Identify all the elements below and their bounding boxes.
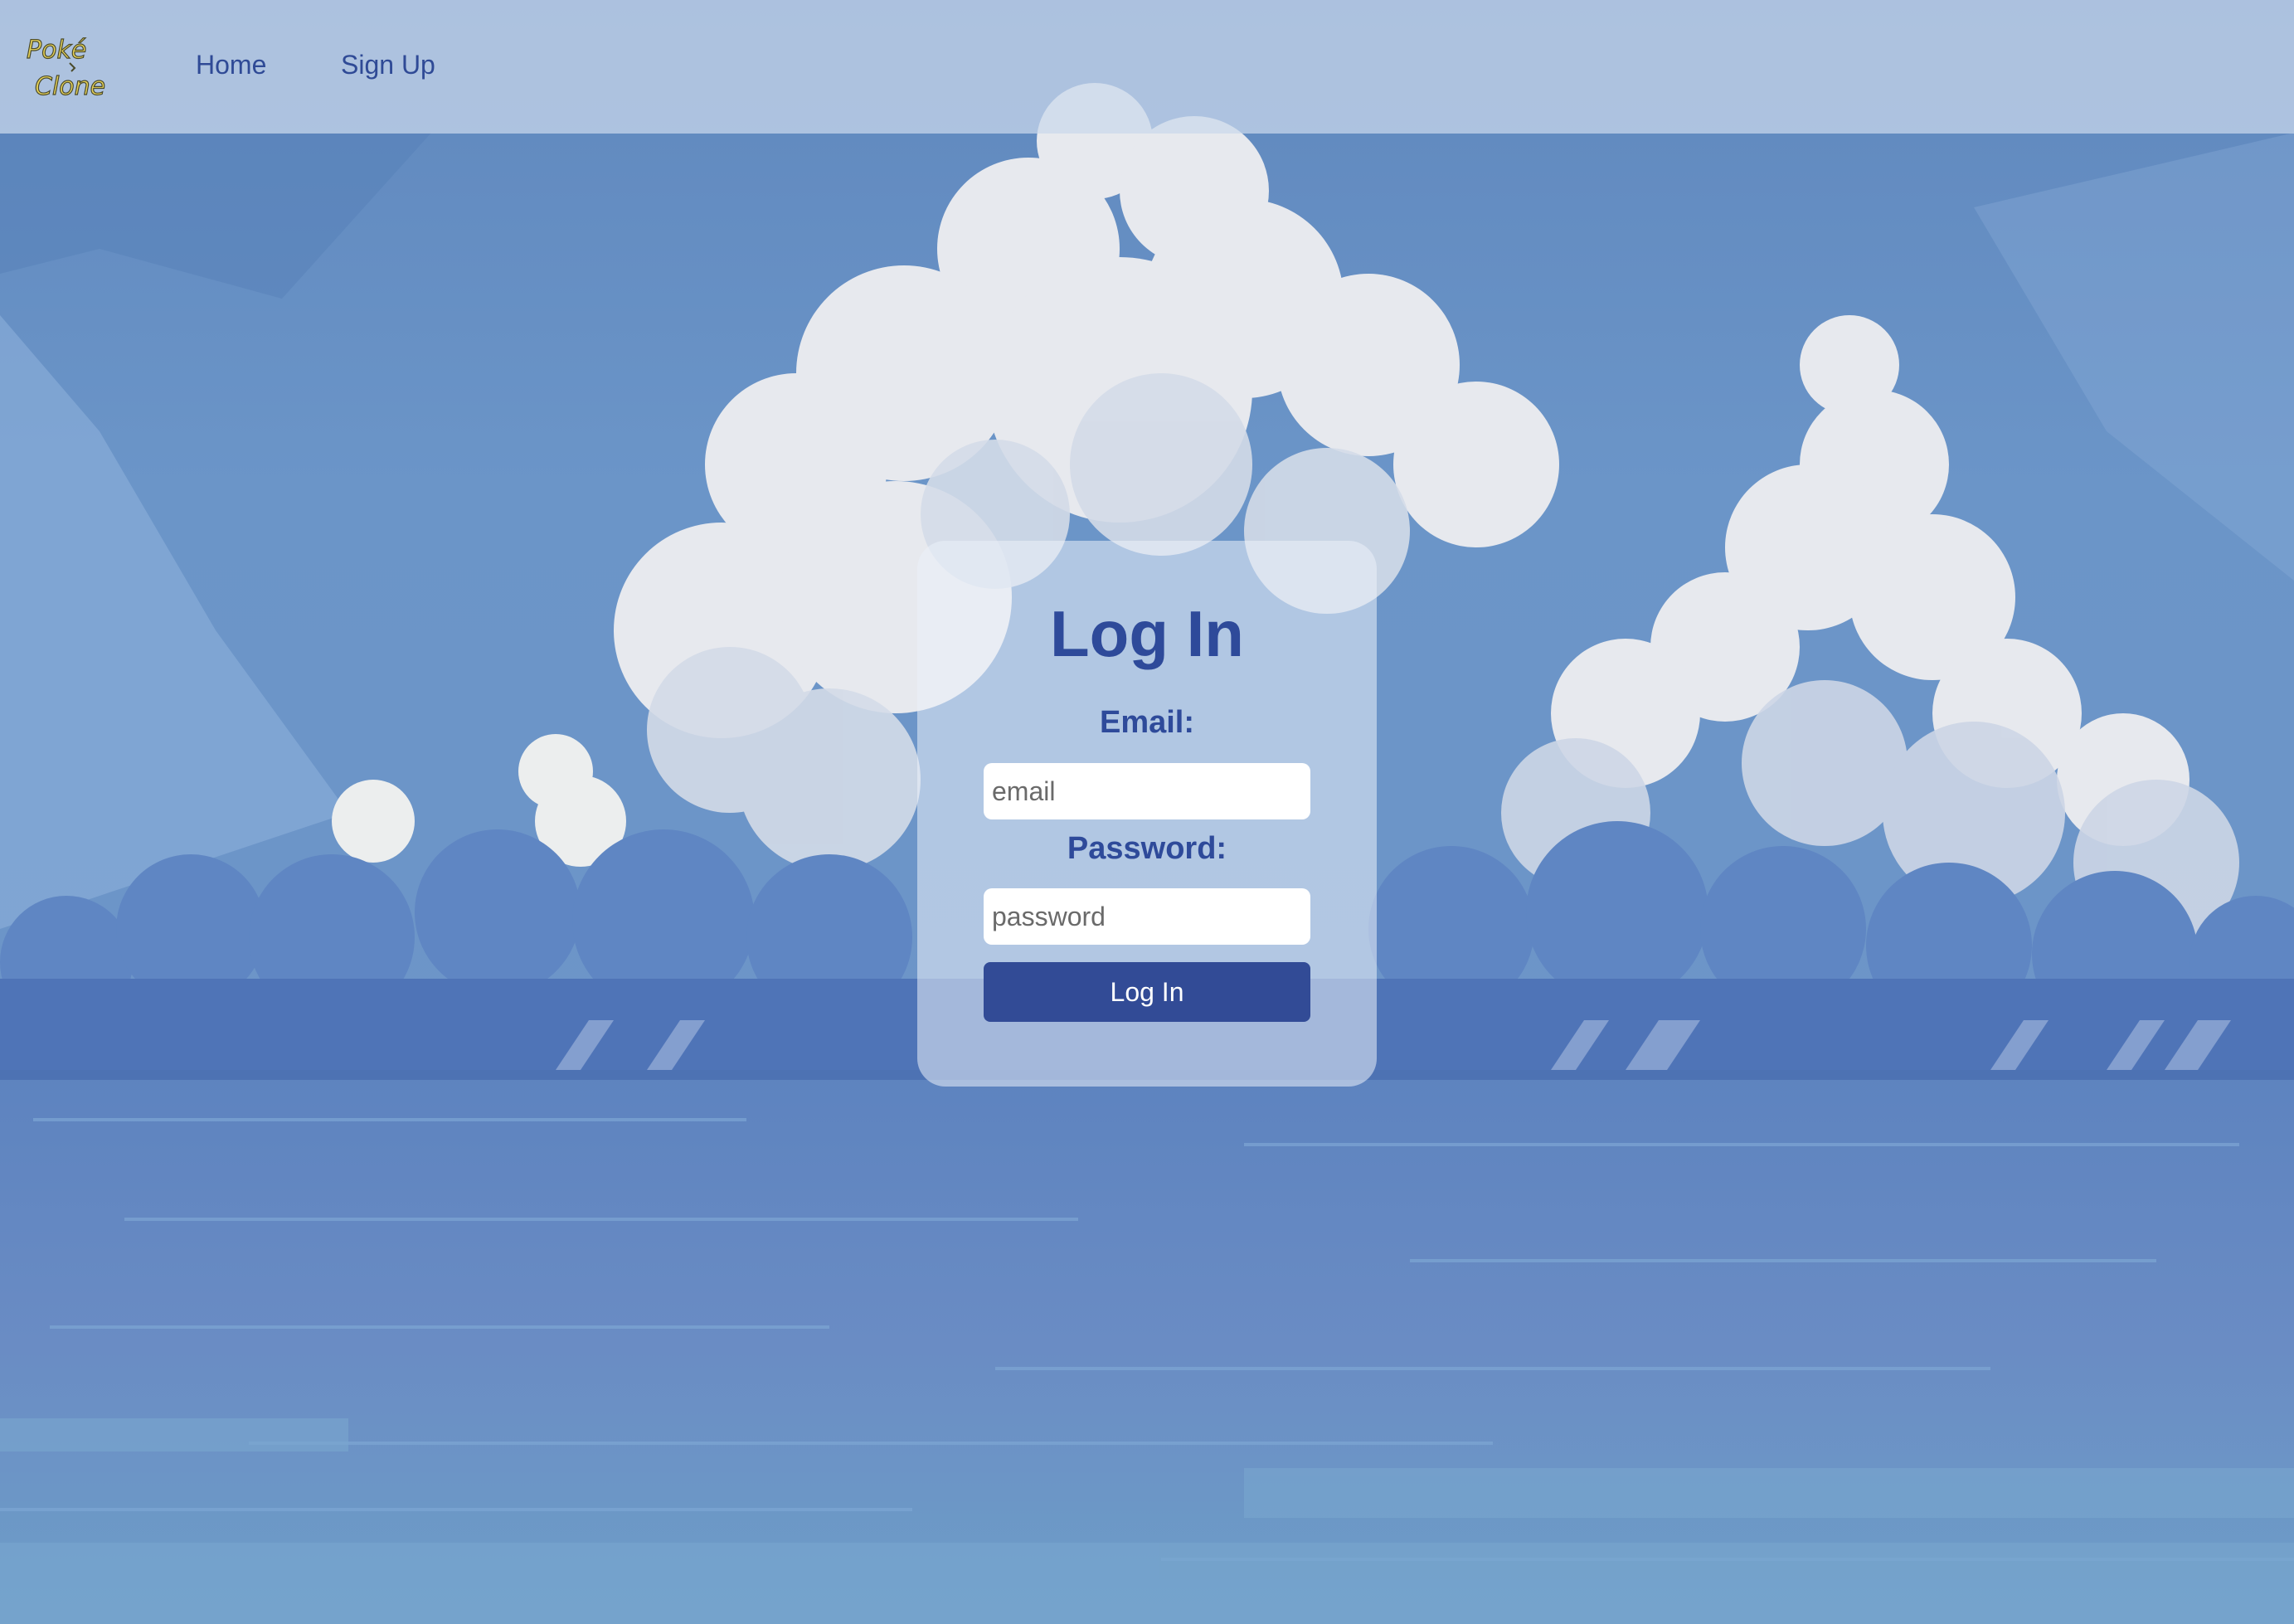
email-input[interactable] xyxy=(984,763,1310,819)
login-form: Log In Email: Password: Log In xyxy=(917,541,1377,1087)
password-label: Password: xyxy=(1067,831,1227,866)
top-navbar: Poké Clone Home Sign Up xyxy=(0,0,2294,134)
login-title: Log In xyxy=(1050,597,1244,670)
email-label: Email: xyxy=(1099,705,1195,740)
login-submit-button[interactable]: Log In xyxy=(984,962,1310,1022)
poke-clone-logo-icon[interactable]: Poké Clone xyxy=(23,30,109,103)
nav-link-home[interactable]: Home xyxy=(196,48,266,81)
password-input[interactable] xyxy=(984,888,1310,945)
logo-text-line2: Clone xyxy=(35,72,105,101)
logo-text-line1: Poké xyxy=(27,36,86,65)
nav-link-sign-up[interactable]: Sign Up xyxy=(341,48,435,81)
